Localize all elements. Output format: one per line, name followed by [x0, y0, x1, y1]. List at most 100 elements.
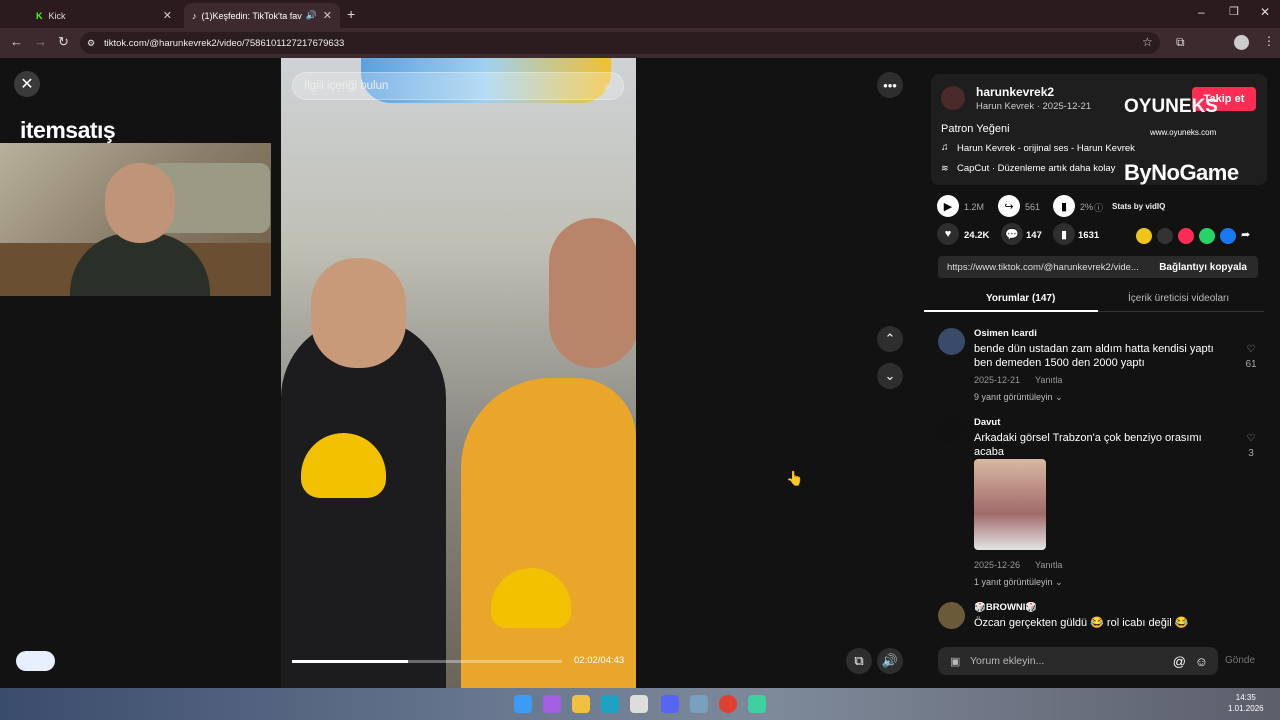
share-count-stat: 561: [1025, 202, 1041, 212]
play-icon[interactable]: ▶: [937, 195, 959, 217]
mouse-cursor-icon: 👆: [786, 470, 804, 486]
copy-link-button[interactable]: Bağlantıyı kopyala: [1148, 262, 1258, 273]
comment-heart-icon[interactable]: ♡: [1244, 344, 1258, 355]
save-count: 1631: [1078, 230, 1100, 241]
app-icon[interactable]: [748, 695, 766, 713]
system-clock[interactable]: 14:35 1.01.2026: [1228, 692, 1264, 714]
share-buttons: ➦: [1136, 227, 1255, 245]
more-options-icon[interactable]: •••: [877, 72, 903, 98]
volume-icon[interactable]: 🔊: [877, 648, 903, 674]
discord-icon[interactable]: [661, 695, 679, 713]
start-icon[interactable]: [514, 695, 532, 713]
explorer-icon[interactable]: [572, 695, 590, 713]
progress-bar[interactable]: [292, 660, 562, 663]
new-tab-button[interactable]: +: [347, 6, 355, 22]
creator-username[interactable]: harunkevrek2: [976, 85, 1054, 99]
facebook-icon[interactable]: [1220, 227, 1236, 244]
repost-icon[interactable]: [1136, 227, 1152, 244]
time-display: 02:02/04:43: [574, 655, 625, 666]
emoji-icon[interactable]: ☺: [1195, 654, 1208, 669]
engagement-percent: 2%: [1080, 202, 1094, 212]
close-icon[interactable]: ✕: [14, 71, 40, 97]
avatar[interactable]: [938, 328, 965, 355]
comment-icon[interactable]: 💬: [1001, 223, 1023, 245]
app-icon[interactable]: [690, 695, 708, 713]
tab-tiktok[interactable]: ♪ (1)Keşfedin: TikTok'ta favori 🔊 ✕: [184, 3, 340, 28]
close-window-button[interactable]: ✕: [1260, 5, 1270, 19]
address-toolbar: ← → ↻ ⚙ tiktok.com/@harunkevrek2/video/7…: [0, 28, 1280, 58]
chevron-up-icon[interactable]: ⌃: [877, 326, 903, 352]
tab-strip: K Kick ✕ ♪ (1)Keşfedin: TikTok'ta favori…: [0, 0, 1280, 28]
back-icon[interactable]: ←: [10, 34, 23, 49]
star-icon[interactable]: ☆: [1142, 35, 1153, 49]
comment-text: Özcan gerçekten güldü 😂 rol icabı değil …: [974, 617, 1189, 629]
comment-like-count: 61: [1245, 359, 1257, 370]
creator-meta: Harun Kevrek · 2025-12-21: [976, 101, 1092, 112]
comment-count: 147: [1026, 230, 1042, 241]
minimize-button[interactable]: –: [1198, 5, 1205, 19]
close-tab-icon[interactable]: ✕: [323, 9, 332, 22]
menu-icon[interactable]: ⋮: [1263, 34, 1275, 48]
copilot-icon[interactable]: [543, 695, 561, 713]
bookmark-icon[interactable]: ▮: [1053, 223, 1075, 245]
pip-icon[interactable]: ⧉: [846, 648, 872, 674]
capcut-link[interactable]: CapCut · Düzenleme artık daha kolay: [957, 163, 1115, 174]
extensions-icon[interactable]: ⧉: [1176, 35, 1185, 50]
comment-like-count: 3: [1248, 448, 1254, 459]
speaker-icon: 🔊: [305, 10, 317, 20]
edge-icon[interactable]: [601, 695, 619, 713]
view-replies-link[interactable]: 1 yanıt görüntüleyin ⌄: [974, 577, 1063, 588]
send-comment-button[interactable]: Gönder: [1225, 655, 1255, 666]
comment-date: 2025-12-21: [974, 375, 1021, 385]
comment-placeholder: Yorum ekleyin...: [970, 655, 1045, 667]
sticker-icon[interactable]: ▣: [950, 655, 960, 668]
chrome-icon[interactable]: [719, 695, 737, 713]
reply-link[interactable]: Yanıtla: [1035, 560, 1062, 570]
more-share-icon[interactable]: ➦: [1241, 228, 1250, 244]
mention-icon[interactable]: @: [1173, 654, 1186, 669]
embed-icon[interactable]: [1157, 227, 1173, 244]
creator-avatar[interactable]: [941, 86, 965, 110]
tab-creator-videos[interactable]: İçerik üreticisi videoları: [1128, 293, 1229, 304]
tab-title: (1)Keşfedin: TikTok'ta favori: [201, 10, 302, 21]
info-icon[interactable]: ⓘ: [1094, 201, 1103, 214]
comment-text: Arkadaki görsel Trabzon'a çok benziyo or…: [974, 432, 1202, 458]
active-tab-indicator: [924, 310, 1098, 312]
avatar[interactable]: [938, 602, 965, 629]
comment-username[interactable]: Osimen Icardi: [974, 328, 1037, 339]
comment-heart-icon[interactable]: ♡: [1244, 433, 1258, 444]
search-icon[interactable]: ⌕: [604, 79, 611, 94]
comment-date: 2025-12-26: [974, 560, 1021, 570]
extension-widget[interactable]: [16, 651, 55, 671]
view-replies-link[interactable]: 9 yanıt görüntüleyin ⌄: [974, 392, 1063, 403]
comment-username[interactable]: 🎲BROWNI🎲: [974, 602, 1037, 613]
oyuneks-logo: OYUNEKS: [1124, 96, 1218, 117]
restore-button[interactable]: ❐: [1229, 5, 1239, 18]
comment-item: Davut Arkadaki görsel Trabzon'a çok benz…: [938, 417, 1268, 592]
bar-chart-icon[interactable]: ▮: [1053, 195, 1075, 217]
address-input[interactable]: ⚙ tiktok.com/@harunkevrek2/video/7586101…: [80, 32, 1160, 54]
sound-link[interactable]: Harun Kevrek - orijinal ses - Harun Kevr…: [957, 143, 1135, 154]
copy-link-box: https://www.tiktok.com/@harunkevrek2/vid…: [938, 256, 1258, 278]
reply-link[interactable]: Yanıtla: [1035, 375, 1062, 385]
heart-icon[interactable]: ♥: [937, 223, 959, 245]
chevron-down-icon[interactable]: ⌄: [877, 363, 903, 389]
reload-icon[interactable]: ↻: [58, 34, 69, 50]
tab-comments[interactable]: Yorumlar (147): [986, 293, 1055, 304]
profile-avatar[interactable]: [1234, 35, 1249, 50]
whatsapp-icon[interactable]: [1199, 227, 1215, 244]
comment-username[interactable]: Davut: [974, 417, 1000, 428]
site-info-icon[interactable]: ⚙: [87, 38, 95, 49]
avatar[interactable]: [938, 417, 965, 444]
forward-icon[interactable]: →: [34, 34, 47, 49]
close-tab-icon[interactable]: ✕: [163, 9, 172, 22]
store-icon[interactable]: [630, 695, 648, 713]
search-input[interactable]: İlgili içeriği bulun ⌕: [292, 72, 624, 100]
tab-kick[interactable]: K Kick ✕: [28, 3, 180, 28]
send-icon[interactable]: [1178, 227, 1194, 244]
url-text: tiktok.com/@harunkevrek2/video/758610112…: [104, 37, 345, 49]
share-arrow-icon[interactable]: ↪: [998, 195, 1020, 217]
comment-input[interactable]: ▣ Yorum ekleyin... @ ☺: [938, 647, 1218, 675]
comment-image[interactable]: [974, 459, 1046, 550]
video-frame[interactable]: [281, 58, 636, 688]
